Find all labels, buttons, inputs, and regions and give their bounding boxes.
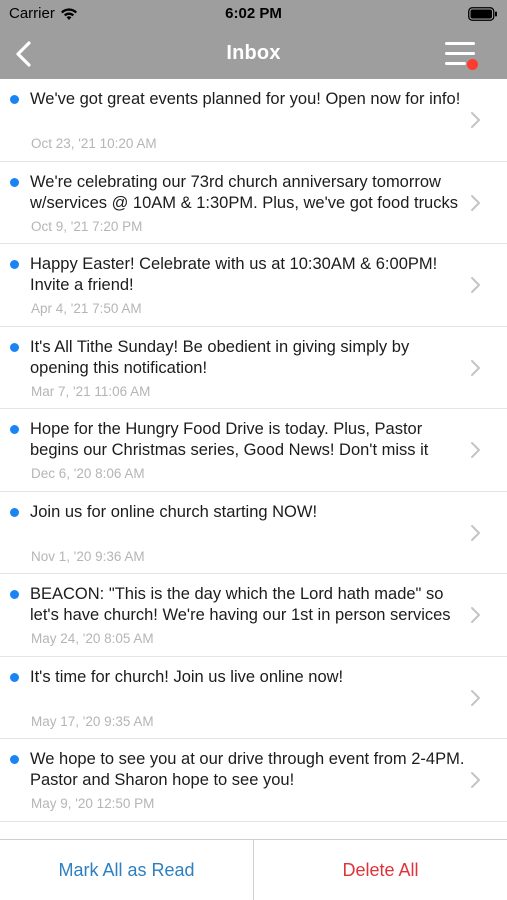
navigation-bar: Inbox bbox=[0, 28, 507, 79]
status-time: 6:02 PM bbox=[225, 5, 282, 22]
status-bar: Carrier 6:02 PM bbox=[0, 0, 507, 28]
footer-toolbar: Mark All as Read Delete All bbox=[0, 839, 507, 900]
message-text: Happy Easter! Celebrate with us at 10:30… bbox=[30, 255, 438, 294]
unread-indicator bbox=[10, 507, 19, 517]
message-row[interactable]: It's All Tithe Sunday! Be obedient in gi… bbox=[0, 327, 507, 409]
chevron-right-icon bbox=[471, 442, 480, 458]
message-row[interactable]: It's time for church! Join us live onlin… bbox=[0, 657, 507, 739]
message-text: We're celebrating our 73rd church annive… bbox=[30, 172, 458, 212]
battery-icon bbox=[468, 7, 497, 21]
delete-all-button[interactable]: Delete All bbox=[254, 840, 507, 900]
unread-indicator bbox=[10, 425, 19, 434]
message-text: Join us for online church starting NOW! bbox=[30, 502, 318, 521]
message-row[interactable]: Hope for the Hungry Food Drive is today.… bbox=[0, 409, 507, 492]
chevron-right-icon bbox=[471, 194, 480, 211]
message-text: It's All Tithe Sunday! Be obedient in gi… bbox=[30, 337, 410, 377]
message-row[interactable]: We hope to see you at our drive through … bbox=[0, 739, 507, 822]
menu-button[interactable] bbox=[443, 40, 481, 72]
chevron-right-icon bbox=[471, 524, 480, 541]
message-row[interactable]: Join us for online church starting NOW! N… bbox=[0, 492, 507, 574]
message-row[interactable]: We're celebrating our 73rd church annive… bbox=[0, 162, 507, 244]
message-timestamp: Dec 6, '20 8:06 AM bbox=[31, 466, 145, 481]
message-timestamp: May 9, '20 12:50 PM bbox=[31, 796, 155, 811]
message-timestamp: Apr 4, '21 7:50 AM bbox=[31, 301, 142, 316]
message-timestamp: Oct 9, '21 7:20 PM bbox=[31, 218, 143, 234]
chevron-right-icon bbox=[471, 112, 480, 128]
message-timestamp: May 17, '20 9:35 AM bbox=[31, 713, 154, 729]
chevron-right-icon bbox=[471, 772, 480, 788]
unread-indicator bbox=[10, 95, 19, 104]
message-row[interactable]: BEACON: "This is the day which the Lord … bbox=[0, 574, 507, 657]
message-timestamp: Oct 23, '21 10:20 AM bbox=[31, 136, 157, 151]
message-text: We hope to see you at our drive through … bbox=[30, 750, 465, 789]
unread-indicator bbox=[10, 590, 19, 599]
message-row[interactable]: Happy Easter! Celebrate with us at 10:30… bbox=[0, 244, 507, 327]
chevron-right-icon bbox=[471, 689, 480, 706]
message-row[interactable]: We've got great events planned for you! … bbox=[0, 79, 507, 162]
message-text: We've got great events planned for you! … bbox=[30, 90, 461, 108]
unread-indicator bbox=[10, 755, 19, 764]
unread-indicator bbox=[10, 177, 19, 187]
inbox-list: We've got great events planned for you! … bbox=[0, 79, 507, 839]
chevron-right-icon bbox=[471, 359, 480, 376]
message-timestamp: May 24, '20 8:05 AM bbox=[31, 631, 154, 646]
message-timestamp: Nov 1, '20 9:36 AM bbox=[31, 548, 145, 564]
chevron-right-icon bbox=[471, 277, 480, 293]
message-timestamp: Mar 7, '21 11:06 AM bbox=[31, 383, 151, 399]
chevron-right-icon bbox=[471, 607, 480, 623]
unread-indicator bbox=[10, 672, 19, 682]
page-title: Inbox bbox=[226, 42, 281, 64]
unread-indicator bbox=[10, 342, 19, 352]
message-text: Hope for the Hungry Food Drive is today.… bbox=[30, 420, 429, 459]
message-text: BEACON: "This is the day which the Lord … bbox=[30, 585, 451, 624]
mark-all-read-button[interactable]: Mark All as Read bbox=[0, 840, 253, 900]
unread-indicator bbox=[10, 260, 19, 269]
notification-badge bbox=[467, 59, 478, 70]
message-text: It's time for church! Join us live onlin… bbox=[30, 667, 344, 686]
